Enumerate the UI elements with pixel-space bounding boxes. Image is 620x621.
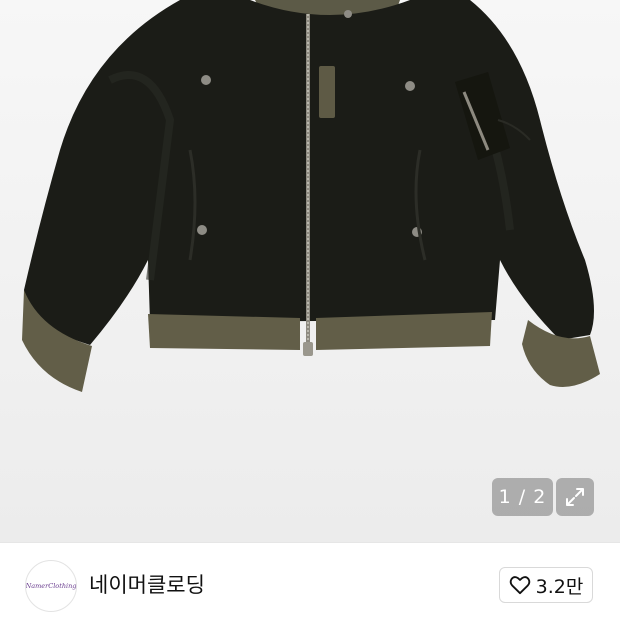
store-name[interactable]: 네이머클로딩 [89, 570, 205, 600]
heart-outline-icon [509, 576, 530, 595]
like-button[interactable]: 3.2만 [499, 567, 593, 603]
like-count: 3.2만 [535, 575, 584, 598]
store-logo[interactable]: NamerClothing [25, 560, 77, 612]
store-logo-text: NamerClothing [25, 582, 77, 590]
image-page-counter: 1 / 2 [492, 478, 553, 516]
product-image [22, 0, 600, 392]
product-image-gallery[interactable]: 1 / 2 [0, 0, 620, 542]
expand-image-button[interactable] [556, 478, 594, 516]
expand-arrows-icon [566, 488, 584, 506]
